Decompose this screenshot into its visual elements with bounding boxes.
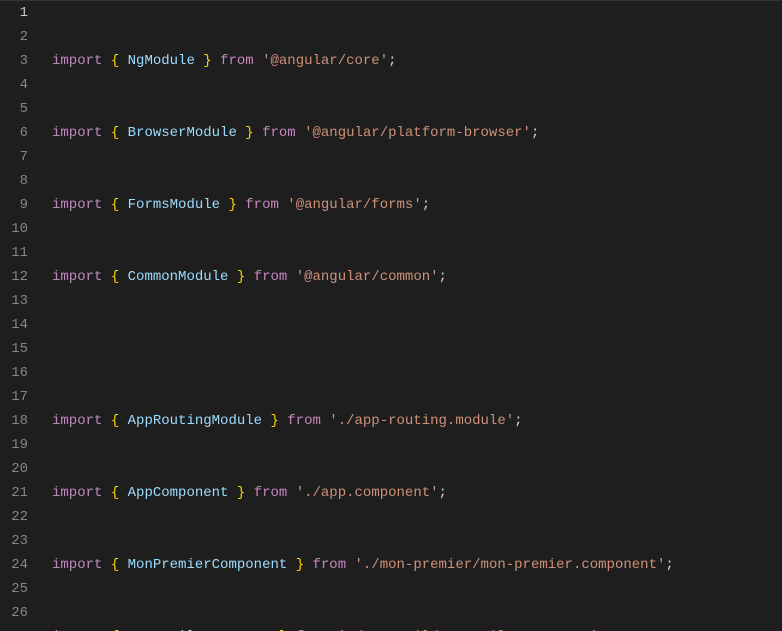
line-number: 13 xyxy=(0,289,28,313)
line-number: 9 xyxy=(0,193,28,217)
line-number: 5 xyxy=(0,97,28,121)
line-number: 4 xyxy=(0,73,28,97)
line-number: 25 xyxy=(0,577,28,601)
line-number: 19 xyxy=(0,433,28,457)
line-number: 14 xyxy=(0,313,28,337)
code-line[interactable]: import { AppRoutingModule } from './app-… xyxy=(52,409,674,433)
line-number: 10 xyxy=(0,217,28,241)
line-number: 24 xyxy=(0,553,28,577)
line-number: 8 xyxy=(0,169,28,193)
line-number: 18 xyxy=(0,409,28,433)
line-number: 23 xyxy=(0,529,28,553)
line-number: 6 xyxy=(0,121,28,145)
code-line[interactable]: import { NgModule } from '@angular/core'… xyxy=(52,49,674,73)
line-number: 20 xyxy=(0,457,28,481)
code-line[interactable]: import { CommonModule } from '@angular/c… xyxy=(52,265,674,289)
code-line[interactable] xyxy=(52,337,674,361)
code-editor[interactable]: 1 2 3 4 5 6 7 8 9 10 11 12 13 14 15 16 1… xyxy=(0,0,782,631)
line-number: 7 xyxy=(0,145,28,169)
line-number: 26 xyxy=(0,601,28,625)
code-line[interactable]: import { FormsModule } from '@angular/fo… xyxy=(52,193,674,217)
line-number: 1 xyxy=(0,1,28,25)
code-line[interactable]: import { BrowserModule } from '@angular/… xyxy=(52,121,674,145)
line-number: 15 xyxy=(0,337,28,361)
code-line[interactable]: import { MonPremierComponent } from './m… xyxy=(52,553,674,577)
code-line[interactable]: import { AppareilComponent } from './app… xyxy=(52,625,674,631)
code-area[interactable]: import { NgModule } from '@angular/core'… xyxy=(40,1,674,631)
line-number: 2 xyxy=(0,25,28,49)
line-number-gutter: 1 2 3 4 5 6 7 8 9 10 11 12 13 14 15 16 1… xyxy=(0,1,40,631)
code-line[interactable]: import { AppComponent } from './app.comp… xyxy=(52,481,674,505)
line-number: 3 xyxy=(0,49,28,73)
line-number: 22 xyxy=(0,505,28,529)
line-number: 16 xyxy=(0,361,28,385)
line-number: 21 xyxy=(0,481,28,505)
line-number: 17 xyxy=(0,385,28,409)
line-number: 11 xyxy=(0,241,28,265)
line-number: 12 xyxy=(0,265,28,289)
